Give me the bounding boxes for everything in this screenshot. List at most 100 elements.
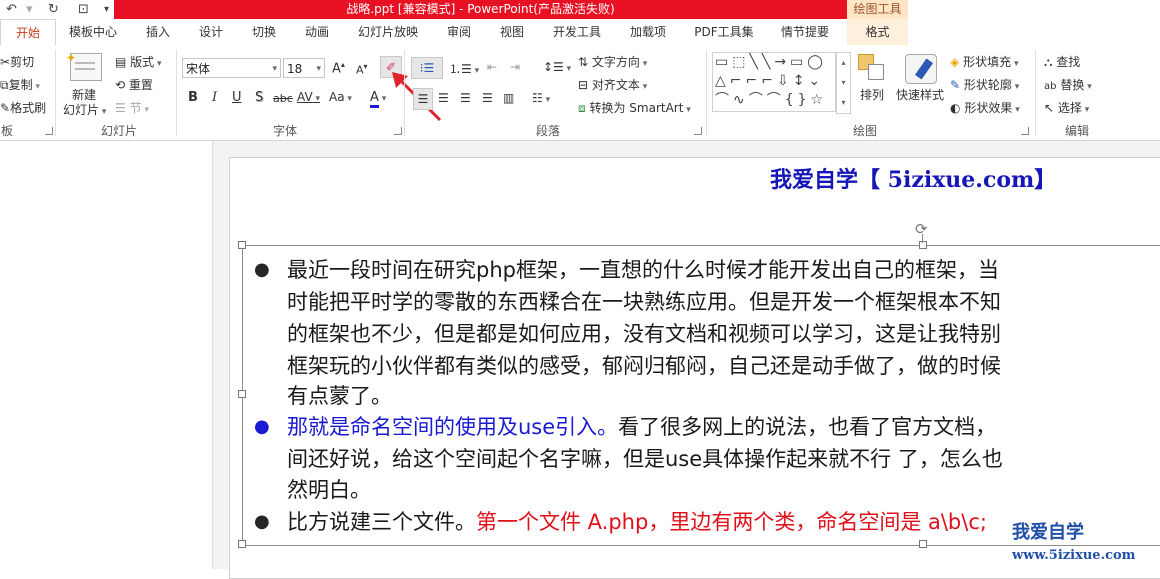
numbering-button[interactable]: ⒈☰ ▾ [449, 60, 479, 77]
text-direction-icon: ⇅ [578, 55, 589, 69]
section-button[interactable]: ☰ 节 ▾ [115, 99, 149, 116]
tab-animations[interactable]: 动画 [295, 19, 339, 45]
change-case-button[interactable]: Aa ▾ [329, 90, 352, 104]
strikethrough-button[interactable]: abc [273, 92, 293, 105]
resize-handle[interactable] [238, 540, 246, 548]
text-segment: 那就是命名空间的使用及use引入。 [287, 415, 619, 439]
numbered-list-icon: ⒈☰ [449, 62, 472, 76]
tab-template-center[interactable]: 模板中心 [60, 19, 126, 45]
replace-button[interactable]: ab 替换 ▾ [1044, 76, 1092, 93]
new-slide-label-2: 幻灯片 ▾ [63, 103, 107, 117]
format-painter-button[interactable]: ✎格式刷 [0, 99, 46, 116]
increase-indent-button[interactable]: ⇥ [510, 60, 520, 74]
text-direction-button[interactable]: ⇅ 文字方向 ▾ [578, 53, 647, 70]
quick-styles-button[interactable]: 快速样式 [896, 86, 944, 103]
slide-header-text[interactable]: 我爱自学【 5izixue.com】 [770, 162, 1056, 194]
tab-pdf-tools[interactable]: PDF工具集 [686, 19, 762, 45]
text-line[interactable]: 然明白。 [287, 474, 371, 506]
slide-thumbnail-pane[interactable] [0, 141, 213, 569]
clipboard-launcher-icon[interactable] [45, 127, 53, 135]
text-line[interactable]: 比方说建三个文件。第一个文件 A.php，里边有两个类，命名空间是 a\b\c; [287, 506, 987, 538]
font-color-button[interactable]: A ▾ [370, 90, 386, 108]
italic-button[interactable]: I [212, 90, 217, 105]
bullet-marker: ● [254, 416, 270, 437]
undo-icon[interactable]: ↶ [6, 0, 17, 19]
watermark-title: 我爱自学 [1012, 522, 1084, 543]
redo-icon[interactable]: ↻ [48, 0, 59, 19]
find-button[interactable]: ⛬ 查找 [1044, 53, 1080, 70]
copy-button[interactable]: ⧉复制 ▾ [0, 76, 40, 93]
quick-styles-icon [905, 54, 937, 84]
bold-button[interactable]: B [188, 90, 198, 105]
select-button[interactable]: ↖ 选择 ▾ [1044, 99, 1089, 116]
resize-handle[interactable] [919, 241, 927, 249]
undo-dropdown-icon[interactable]: ▾ [26, 0, 33, 19]
justify-button[interactable]: ☰ [482, 91, 493, 105]
tab-addins[interactable]: 加载项 [620, 19, 676, 45]
tab-transitions[interactable]: 切换 [242, 19, 286, 45]
layout-icon: ▤ [115, 55, 127, 69]
tab-slideshow[interactable]: 幻灯片放映 [350, 19, 426, 45]
text-line[interactable]: 框架玩的小伙伴都有类似的感受，郁闷归郁闷，自己还是动手做了，做的时候 [287, 350, 1001, 382]
shape-effects-button[interactable]: ◐ 形状效果 ▾ [950, 99, 1020, 116]
shrink-font-button[interactable]: A▾ [356, 62, 368, 77]
text-line[interactable]: 最近一段时间在研究php框架，一直想的什么时候才能开发出自己的框架，当 [287, 254, 999, 286]
tab-developer[interactable]: 开发工具 [544, 19, 610, 45]
decrease-indent-button[interactable]: ⇤ [487, 60, 497, 74]
align-center-button[interactable]: ☰ [438, 91, 449, 105]
tab-design[interactable]: 设计 [189, 19, 233, 45]
new-slide-button[interactable]: ✦ [64, 51, 104, 83]
resize-handle[interactable] [919, 540, 927, 548]
resize-handle[interactable] [238, 241, 246, 249]
customize-qat-icon[interactable]: ▾ [104, 0, 109, 19]
align-left-button[interactable]: ☰ [413, 88, 433, 110]
arrange-button[interactable]: 排列 [860, 86, 884, 103]
text-segment: 第一个文件 A.php，里边有两个类，命名空间是 a\b\c; [476, 510, 987, 534]
font-launcher-icon[interactable] [394, 127, 402, 135]
columns-button[interactable]: ☷ ▾ [532, 91, 550, 105]
underline-button[interactable]: U [232, 90, 242, 105]
grow-font-button[interactable]: A▴ [332, 60, 345, 76]
text-line[interactable]: 那就是命名空间的使用及use引入。看了很多网上的说法，也看了官方文档， [287, 411, 996, 443]
tab-view[interactable]: 视图 [490, 19, 534, 45]
text-segment: 的框架也不少，但是都是如何应用，没有文档和视频可以学习，这是让我特别 [287, 322, 1001, 346]
shapes-gallery[interactable]: ▭⬚╲╲→▭◯ △⌐⌐⌐⇩↕⌄ ⌒∿⌒⌒{}☆ [712, 52, 836, 112]
cut-button[interactable]: ✂剪切 [0, 53, 34, 70]
resize-handle[interactable] [238, 390, 246, 398]
shape-outline-button[interactable]: ✎ 形状轮廓 ▾ [950, 76, 1019, 93]
smartart-icon: ⧈ [578, 101, 586, 115]
drawing-launcher-icon[interactable] [1021, 127, 1029, 135]
font-size-combobox[interactable]: 18 ▾ [283, 58, 325, 78]
reset-button[interactable]: ⟲ 重置 [115, 76, 153, 93]
shadow-button[interactable]: S [255, 90, 263, 105]
font-name-combobox[interactable]: 宋体 ▾ [182, 58, 281, 78]
columns-icon: ☷ [532, 91, 543, 105]
align-center-icon: ☰ [438, 91, 449, 105]
character-spacing-button[interactable]: AV ▾ [297, 90, 320, 104]
chevron-down-icon[interactable]: ▾ [316, 59, 321, 79]
slideshow-icon[interactable]: ⊡ [78, 0, 89, 19]
paragraph-launcher-icon[interactable] [694, 127, 702, 135]
tab-storyboard[interactable]: 情节提要 [772, 19, 838, 45]
text-line[interactable]: 的框架也不少，但是都是如何应用，没有文档和视频可以学习，这是让我特别 [287, 318, 1001, 350]
convert-smartart-button[interactable]: ⧈ 转换为 SmartArt ▾ [578, 99, 691, 116]
tab-home[interactable]: 开始 [0, 19, 56, 46]
line-spacing-button[interactable]: ↕☰ ▾ [543, 60, 571, 74]
bullets-button[interactable]: ⁝☰ [411, 57, 443, 79]
bullet-marker: ● [254, 259, 270, 280]
copy-icon: ⧉ [0, 78, 9, 92]
align-text-button[interactable]: ⊟ 对齐文本 ▾ [578, 76, 647, 93]
chevron-down-icon[interactable]: ▾ [272, 59, 277, 79]
shapes-gallery-scroll[interactable]: ▴ ▾ ▾ [836, 52, 851, 114]
tab-review[interactable]: 审阅 [437, 19, 481, 45]
tab-format[interactable]: 格式 [847, 19, 908, 45]
tab-insert[interactable]: 插入 [136, 19, 180, 45]
align-right-button[interactable]: ☰ [460, 91, 471, 105]
pen-icon: ✎ [950, 78, 961, 92]
text-line[interactable]: 时能把平时学的零散的东西糅合在一块熟练应用。但是开发一个框架根本不知 [287, 286, 1001, 318]
distributed-button[interactable]: ▥ [503, 91, 514, 105]
shape-fill-button[interactable]: ◈ 形状填充 ▾ [950, 53, 1018, 70]
text-line[interactable]: 有点蒙了。 [287, 380, 392, 412]
layout-button[interactable]: ▤ 版式 ▾ [115, 53, 162, 70]
text-line[interactable]: 间还好说，给这个空间起个名字嘛，但是use具体操作起来就不行 了，怎么也 [287, 443, 1003, 475]
